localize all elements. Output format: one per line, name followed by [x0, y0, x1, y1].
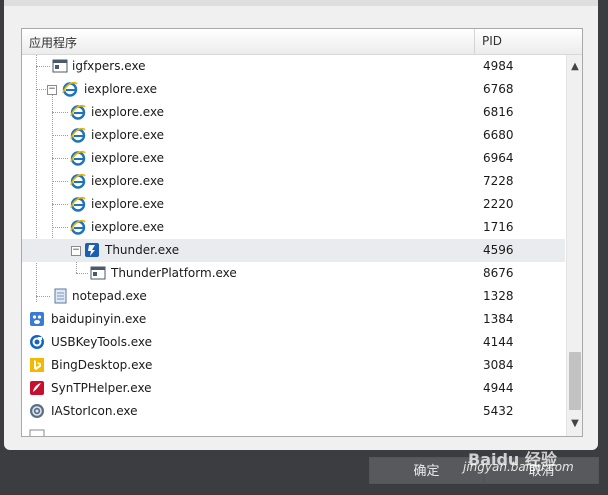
table-row[interactable]: iexplore.exe 6816: [22, 101, 565, 124]
table-row[interactable]: baidupinyin.exe 1384: [22, 308, 565, 331]
table-row[interactable]: USBKeyTools.exe 4144: [22, 331, 565, 354]
table-row[interactable]: BingDesktop.exe 3084: [22, 354, 565, 377]
process-name: iexplore.exe: [84, 82, 158, 96]
iastor-icon: [29, 403, 45, 419]
process-pid: 2220: [483, 197, 514, 211]
table-row[interactable]: iexplore.exe 2220: [22, 193, 565, 216]
column-separator[interactable]: [474, 29, 475, 54]
process-name: BingDesktop.exe: [51, 358, 153, 372]
thunder-icon: [84, 242, 100, 258]
scroll-down-arrow-icon[interactable]: ▼: [567, 416, 582, 432]
process-pid: 4596: [483, 243, 514, 257]
table-row[interactable]: igfxpers.exe 4984: [22, 55, 565, 78]
process-pid: 4984: [483, 59, 514, 73]
process-pid: 5432: [483, 404, 514, 418]
process-name: iexplore.exe: [91, 151, 165, 165]
table-row[interactable]: iexplore.exe 6964: [22, 147, 565, 170]
scrollbar-thumb[interactable]: [569, 352, 581, 410]
process-name: USBKeyTools.exe: [51, 335, 153, 349]
table-row[interactable]: iexplore.exe 7228: [22, 170, 565, 193]
process-pid: 1716: [483, 220, 514, 234]
table-row[interactable]: iexplore.exe 1716: [22, 216, 565, 239]
ie-icon: [70, 150, 86, 166]
table-row-selected[interactable]: − Thunder.exe 4596: [22, 239, 565, 262]
ie-icon: [70, 104, 86, 120]
process-dialog: 应用程序 PID igfxpers.exe 4984 − iexplore.ex…: [4, 0, 598, 450]
process-name: notepad.exe: [72, 289, 147, 303]
table-row-partial[interactable]: [22, 425, 565, 436]
syntp-icon: [29, 380, 45, 396]
process-name: igfxpers.exe: [72, 59, 146, 73]
window-app-icon: [90, 265, 106, 281]
process-pid: 6768: [483, 82, 514, 96]
process-pid: 7228: [483, 174, 514, 188]
process-pid: 1384: [483, 312, 514, 326]
process-name: IAStorIcon.exe: [51, 404, 138, 418]
ie-icon: [70, 173, 86, 189]
list-header: 应用程序 PID: [22, 29, 582, 55]
table-row[interactable]: notepad.exe 1328: [22, 285, 565, 308]
process-name: ThunderPlatform.exe: [111, 266, 237, 280]
process-pid: 6816: [483, 105, 514, 119]
window-app-icon: [29, 428, 45, 436]
ie-icon: [70, 196, 86, 212]
column-header-pid[interactable]: PID: [482, 34, 502, 48]
process-name: iexplore.exe: [91, 128, 165, 142]
bing-icon: [29, 357, 45, 373]
ie-icon: [70, 127, 86, 143]
usbkey-icon: [29, 334, 45, 350]
table-row[interactable]: IAStorIcon.exe 5432: [22, 400, 565, 423]
window-app-icon: [52, 58, 68, 74]
table-row[interactable]: − iexplore.exe 6768: [22, 78, 565, 101]
vertical-scrollbar[interactable]: ▲ ▼: [566, 55, 582, 436]
process-name: iexplore.exe: [91, 105, 165, 119]
process-name: iexplore.exe: [91, 174, 165, 188]
process-name: iexplore.exe: [91, 197, 165, 211]
process-name: baidupinyin.exe: [51, 312, 147, 326]
process-pid: 1328: [483, 289, 514, 303]
watermark-site: jingyan.baidu.com: [463, 460, 574, 474]
dialog-top-edge: [4, 0, 598, 6]
column-header-app[interactable]: 应用程序: [29, 34, 77, 51]
scroll-up-arrow-icon[interactable]: ▲: [567, 59, 582, 75]
process-name: SynTPHelper.exe: [51, 381, 152, 395]
ie-icon: [62, 81, 78, 97]
table-row[interactable]: SynTPHelper.exe 4944: [22, 377, 565, 400]
process-pid: 8676: [483, 266, 514, 280]
collapse-toggle[interactable]: −: [47, 85, 57, 95]
process-name: iexplore.exe: [91, 220, 165, 234]
process-pid: 3084: [483, 358, 514, 372]
process-pid: 6680: [483, 128, 514, 142]
process-tree: igfxpers.exe 4984 − iexplore.exe 6768 ie…: [22, 55, 565, 436]
process-pid: 6964: [483, 151, 514, 165]
collapse-toggle[interactable]: −: [71, 246, 81, 256]
notepad-icon: [52, 288, 68, 304]
process-pid: 4144: [483, 335, 514, 349]
ie-icon: [70, 219, 86, 235]
table-row[interactable]: ThunderPlatform.exe 8676: [22, 262, 565, 285]
process-pid: 4944: [483, 381, 514, 395]
process-name: Thunder.exe: [105, 243, 180, 257]
table-row[interactable]: iexplore.exe 6680: [22, 124, 565, 147]
baidupinyin-icon: [29, 311, 45, 327]
process-list-panel: 应用程序 PID igfxpers.exe 4984 − iexplore.ex…: [21, 28, 583, 437]
